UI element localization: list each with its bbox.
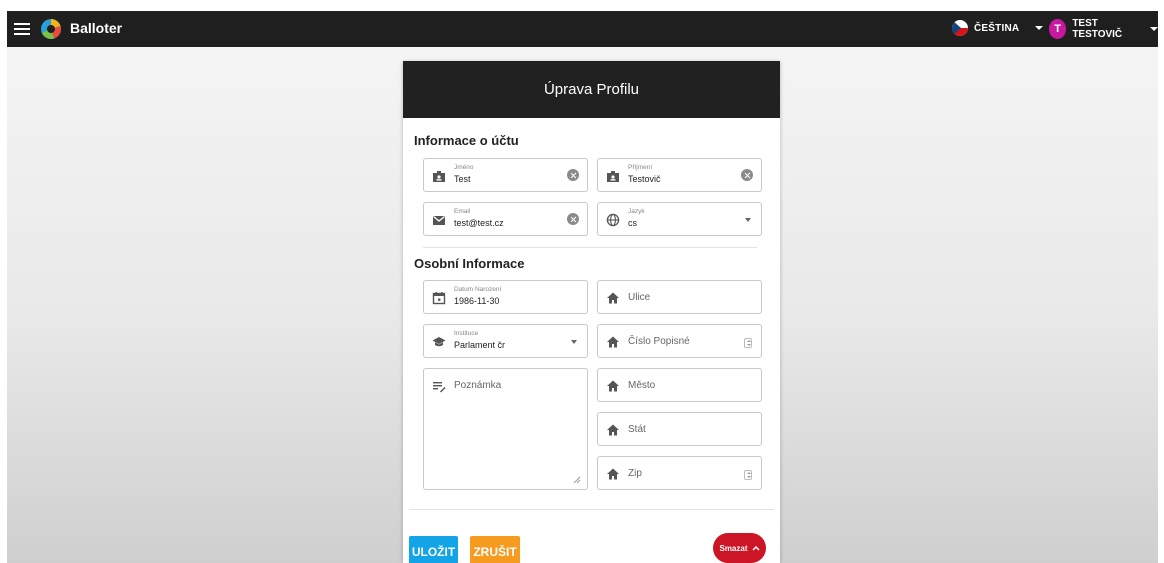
language-field-label: Jazyk <box>628 208 645 215</box>
birth-date-field[interactable]: Datum Narození 1986-11-30 <box>423 280 588 314</box>
card-title: Úprava Profilu <box>543 81 640 98</box>
language-label: ČEŠTINA <box>974 22 1020 34</box>
city-field[interactable]: Město <box>597 368 762 402</box>
globe-icon <box>606 213 620 227</box>
mail-icon <box>433 215 445 225</box>
street-placeholder: Ulice <box>628 292 651 303</box>
school-icon <box>432 337 446 347</box>
first-name-label: Jméno <box>454 164 474 171</box>
profile-edit-card: Úprava Profilu Informace o účtu Jméno Te… <box>403 61 780 563</box>
institution-value: Parlament čr <box>454 340 506 350</box>
notes-icon <box>433 382 446 393</box>
birth-date-label: Datum Narození <box>454 286 502 293</box>
state-placeholder: Stát <box>628 424 646 435</box>
badge-icon <box>607 171 619 182</box>
app-bar: Balloter ČEŠTINA T TEST TESTOVIČ <box>7 11 1158 47</box>
account-section-title: Informace o účtu <box>414 133 519 148</box>
chevron-up-icon <box>751 545 760 551</box>
note-placeholder: Poznámka <box>454 380 502 391</box>
language-selector[interactable]: ČEŠTINA <box>952 20 1044 36</box>
house-number-placeholder: Číslo Popisné <box>628 336 690 347</box>
first-name-value: Test <box>454 174 471 184</box>
house-number-field[interactable]: Číslo Popisné <box>597 324 762 358</box>
actions-divider <box>409 509 774 510</box>
last-name-label: Příjmení <box>628 164 653 171</box>
number-stepper[interactable] <box>744 338 752 348</box>
cancel-button[interactable]: ZRUŠIT <box>470 536 520 563</box>
app-frame: Balloter ČEŠTINA T TEST TESTOVIČ Úprava … <box>7 11 1158 563</box>
balloter-logo-icon <box>41 19 61 39</box>
last-name-field[interactable]: Příjmení Testovič <box>597 158 762 192</box>
city-placeholder: Město <box>628 380 656 391</box>
home-icon <box>607 380 619 392</box>
street-field[interactable]: Ulice <box>597 280 762 314</box>
chevron-down-icon[interactable] <box>571 340 577 344</box>
delete-label: Smazat <box>719 543 748 553</box>
delete-button[interactable]: Smazat <box>713 533 766 563</box>
chevron-down-icon[interactable] <box>745 218 751 222</box>
language-field[interactable]: Jazyk cs <box>597 202 762 236</box>
language-field-value: cs <box>628 218 637 228</box>
save-button[interactable]: ULOŽIT <box>409 536 458 563</box>
first-name-field[interactable]: Jméno Test <box>423 158 588 192</box>
birth-date-value: 1986-11-30 <box>454 296 500 306</box>
calendar-icon <box>432 292 446 305</box>
avatar: T <box>1049 19 1067 39</box>
menu-icon[interactable] <box>14 21 30 37</box>
badge-icon <box>433 171 445 182</box>
clear-icon[interactable] <box>567 213 579 225</box>
last-name-value: Testovič <box>628 174 661 184</box>
clear-icon[interactable] <box>567 169 579 181</box>
email-value: test@test.cz <box>454 218 504 228</box>
home-icon <box>607 336 619 348</box>
chevron-down-icon <box>1150 27 1158 31</box>
app-title: Balloter <box>70 20 123 36</box>
home-icon <box>607 424 619 436</box>
zip-field[interactable]: Zip <box>597 456 762 490</box>
personal-section-title: Osobní Informace <box>414 256 525 271</box>
home-icon <box>607 292 619 304</box>
section-divider <box>423 247 757 248</box>
user-name: TEST TESTOVIČ <box>1072 18 1123 40</box>
note-textarea[interactable]: Poznámka <box>423 368 588 490</box>
clear-icon[interactable] <box>741 169 753 181</box>
institution-field[interactable]: Instituce Parlament čr <box>423 324 588 358</box>
email-label: Email <box>454 208 471 215</box>
state-field[interactable]: Stát <box>597 412 762 446</box>
email-field[interactable]: Email test@test.cz <box>423 202 588 236</box>
czech-flag-icon <box>952 20 968 36</box>
number-stepper[interactable] <box>744 470 752 480</box>
zip-placeholder: Zip <box>628 468 642 479</box>
home-icon <box>607 468 619 480</box>
institution-label: Instituce <box>454 330 479 337</box>
user-menu[interactable]: T TEST TESTOVIČ <box>1049 18 1158 40</box>
resize-handle-icon[interactable] <box>573 476 581 484</box>
chevron-down-icon <box>1035 26 1044 30</box>
card-header: Úprava Profilu <box>403 61 780 118</box>
